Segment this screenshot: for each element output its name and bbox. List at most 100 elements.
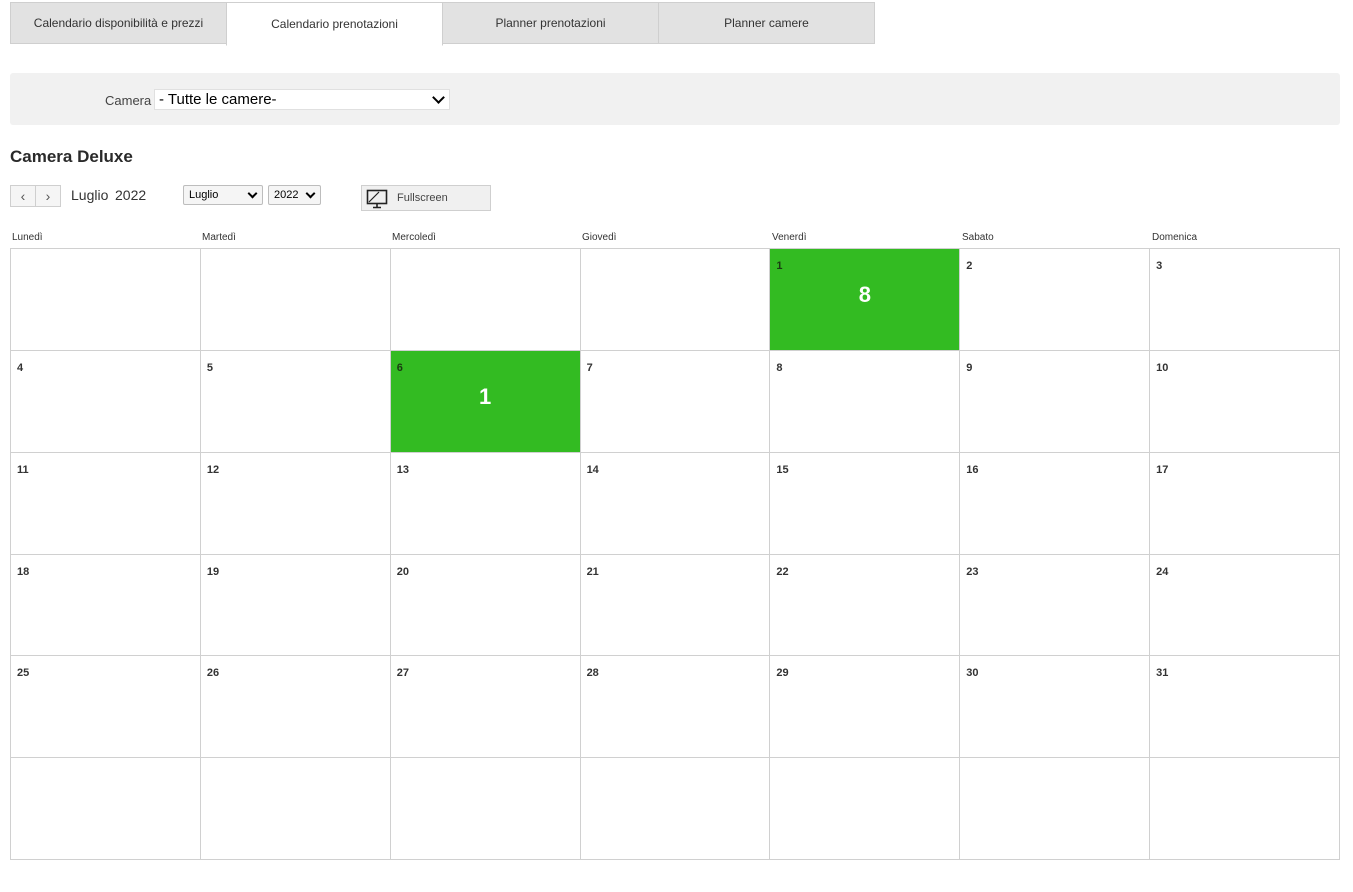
day-number: 29 [776, 667, 789, 680]
day-number: 9 [966, 361, 973, 374]
calendar-day-cell[interactable]: 28 [580, 656, 771, 759]
filter-panel: Camera - Tutte le camere- [10, 73, 1340, 125]
weekday-label: Domenica [1152, 232, 1198, 243]
calendar-day-cell[interactable]: 30 [960, 656, 1151, 759]
calendar-grid: 1 8 2 3 4 5 6 1 7 8 9 10 11 12 13 14 15 16 17 18 19 20 21 22 23 2… [10, 248, 1340, 860]
month-select[interactable]: Luglio [183, 185, 263, 205]
calendar-day-cell[interactable]: 3 [1150, 249, 1340, 351]
calendar-day-cell[interactable] [770, 758, 961, 860]
calendar-day-cell[interactable] [200, 758, 391, 860]
calendar-day-cell[interactable] [11, 758, 201, 860]
calendar-day-cell[interactable]: 13 [390, 452, 581, 555]
calendar-day-cell[interactable]: 11 [11, 452, 201, 555]
calendar-day-cell[interactable]: 14 [580, 452, 771, 555]
calendar-day-cell[interactable]: 18 [11, 554, 201, 657]
room-select[interactable]: - Tutte le camere- [154, 89, 450, 110]
calendar-day-cell[interactable] [200, 249, 391, 351]
calendar-day-cell[interactable]: 31 [1150, 656, 1340, 759]
tab-room-planner[interactable]: Planner camere [658, 2, 875, 44]
current-year-label: 2022 [115, 187, 147, 203]
calendar-day-cell[interactable]: 22 [770, 554, 961, 657]
day-number: 21 [586, 565, 599, 578]
day-number: 23 [966, 565, 979, 578]
day-number: 3 [1156, 260, 1163, 272]
year-select[interactable]: 2022 [268, 185, 321, 205]
calendar-day-cell[interactable] [580, 249, 771, 351]
fullscreen-label: Fullscreen [397, 192, 448, 204]
fullscreen-button[interactable]: Fullscreen [361, 185, 491, 211]
calendar-day-cell[interactable]: 16 [960, 452, 1151, 555]
day-number: 20 [396, 565, 409, 578]
day-number: 1 [776, 260, 783, 272]
day-number: 26 [206, 667, 220, 680]
day-number: 14 [586, 463, 599, 476]
tab-booking-planner[interactable]: Planner prenotazioni [442, 2, 659, 44]
calendar-day-cell[interactable]: 24 [1150, 554, 1340, 657]
day-number: 10 [1156, 361, 1169, 374]
monitor-icon [366, 189, 388, 212]
month-nav: ‹ › [10, 185, 61, 207]
weekday-label: Sabato [962, 232, 994, 243]
calendar-day-cell[interactable] [390, 249, 581, 351]
weekday-header: Lunedì Martedì Mercoledì Giovedì Venerdì… [10, 232, 1340, 243]
day-number: 2 [966, 260, 973, 272]
day-number: 27 [396, 667, 409, 680]
calendar-day-cell[interactable]: 4 [11, 350, 201, 453]
calendar-day-cell[interactable]: 20 [390, 554, 581, 657]
weekday-label: Lunedì [12, 232, 43, 243]
day-number: 24 [1156, 565, 1169, 578]
calendar-day-cell[interactable]: 9 [960, 350, 1151, 453]
day-number: 18 [17, 565, 30, 578]
calendar-day-cell[interactable]: 10 [1150, 350, 1340, 453]
weekday-label: Mercoledì [392, 232, 436, 243]
day-number: 19 [206, 565, 220, 578]
calendar-day-cell[interactable]: 15 [770, 452, 961, 555]
calendar-day-cell[interactable]: 19 [200, 554, 391, 657]
calendar-day-cell[interactable]: 26 [200, 656, 391, 759]
calendar-day-cell[interactable]: 7 [580, 350, 771, 453]
tab-booking-calendar[interactable]: Calendario prenotazioni [226, 2, 443, 46]
prev-month-button[interactable]: ‹ [10, 185, 36, 207]
day-number: 4 [17, 361, 24, 374]
room-title: Camera Deluxe [10, 147, 133, 166]
booking-count: 8 [858, 282, 871, 307]
day-number: 8 [776, 361, 783, 374]
tab-bar: Calendario disponibilità e prezzi Calend… [10, 2, 875, 46]
calendar-day-cell[interactable]: 5 [200, 350, 391, 453]
day-number: 15 [776, 463, 789, 476]
day-number: 5 [206, 361, 213, 374]
chevron-left-icon: ‹ [20, 188, 26, 204]
calendar-day-cell[interactable]: 25 [11, 656, 201, 759]
calendar-day-cell[interactable]: 2 [960, 249, 1151, 351]
month-select-value: Luglio [189, 189, 219, 201]
chevron-down-icon [247, 188, 258, 199]
day-number: 17 [1156, 463, 1169, 476]
room-select-value: - Tutte le camere- [159, 91, 277, 108]
calendar-day-cell[interactable]: 21 [580, 554, 771, 657]
calendar-day-cell[interactable]: 8 [770, 350, 961, 453]
next-month-button[interactable]: › [35, 185, 61, 207]
calendar-day-cell[interactable] [1150, 758, 1340, 860]
day-number: 7 [586, 361, 593, 374]
calendar-day-cell[interactable] [390, 758, 581, 860]
day-number: 13 [396, 463, 409, 476]
tab-availability-prices[interactable]: Calendario disponibilità e prezzi [10, 2, 227, 44]
day-number: 6 [396, 361, 403, 374]
day-number: 16 [966, 463, 979, 476]
calendar-day-cell[interactable]: 12 [200, 452, 391, 555]
booking-count: 1 [479, 383, 492, 409]
chevron-down-icon [305, 188, 316, 199]
calendar-day-cell[interactable]: 61 [390, 350, 581, 453]
weekday-label: Venerdì [772, 232, 807, 243]
day-number: 28 [586, 667, 599, 680]
calendar-day-cell[interactable]: 29 [770, 656, 961, 759]
calendar-day-cell[interactable]: 17 [1150, 452, 1340, 555]
calendar-day-cell[interactable]: 23 [960, 554, 1151, 657]
current-month-label: Luglio [71, 187, 109, 203]
calendar-day-cell[interactable] [960, 758, 1151, 860]
calendar-day-cell[interactable]: 18 [770, 249, 961, 351]
calendar-day-cell[interactable] [11, 249, 201, 351]
day-number: 31 [1156, 667, 1169, 680]
calendar-day-cell[interactable] [580, 758, 771, 860]
calendar-day-cell[interactable]: 27 [390, 656, 581, 759]
